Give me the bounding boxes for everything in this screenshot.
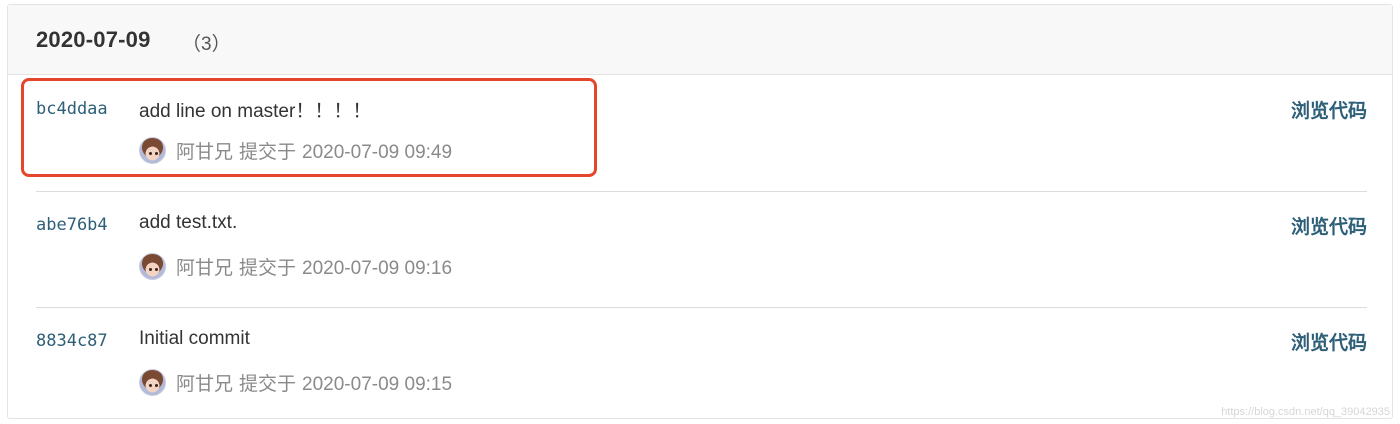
commit-timestamp: 2020-07-09 09:15 (302, 373, 453, 395)
commit-author[interactable]: 阿甘兄 (176, 374, 233, 395)
commit-count: （3） (182, 34, 231, 55)
commit-sha-link[interactable]: bc4ddaa (36, 99, 108, 119)
commit-row: abe76b4 add test.txt. 阿甘兄 提交于 2020-07-09 0… (36, 191, 1367, 308)
browse-code-link[interactable]: 浏览代码 (1291, 96, 1367, 123)
commit-sha-link[interactable]: 8834c87 (36, 331, 108, 351)
commit-meta-text: 阿甘兄 提交于 2020-07-09 09:16 (176, 253, 452, 280)
commit-group-header: 2020-07-09 （3） (8, 5, 1392, 75)
commit-action: 提交于 (239, 373, 297, 395)
commit-date-title: 2020-07-09 (36, 27, 151, 52)
commit-meta: 阿甘兄 提交于 2020-07-09 09:49 (139, 136, 452, 164)
commit-group-panel: 2020-07-09 （3） bc4ddaa add line on maste… (7, 4, 1393, 419)
commit-sha-link[interactable]: abe76b4 (36, 215, 108, 235)
commit-message[interactable]: add test.txt. (139, 212, 237, 234)
commit-meta-text: 阿甘兄 提交于 2020-07-09 09:49 (176, 137, 452, 164)
commit-author[interactable]: 阿甘兄 (176, 142, 233, 163)
commit-message[interactable]: Initial commit (139, 328, 250, 350)
watermark: https://blog.csdn.net/qq_39042935 (1221, 406, 1390, 418)
avatar[interactable] (139, 368, 166, 396)
commit-meta-text: 阿甘兄 提交于 2020-07-09 09:15 (176, 369, 452, 396)
commit-row: 8834c87 Initial commit 阿甘兄 提交于 2020-07-09 … (36, 307, 1367, 423)
commit-message[interactable]: add line on master！！！！ (139, 96, 371, 123)
commit-meta: 阿甘兄 提交于 2020-07-09 09:16 (139, 252, 452, 280)
commit-meta: 阿甘兄 提交于 2020-07-09 09:15 (139, 368, 452, 396)
browse-code-link[interactable]: 浏览代码 (1291, 212, 1367, 239)
commit-timestamp: 2020-07-09 09:49 (302, 141, 453, 163)
commit-action: 提交于 (239, 257, 297, 279)
commit-author[interactable]: 阿甘兄 (176, 258, 233, 279)
commit-row: bc4ddaa add line on master！！！！ 阿甘兄 提交于 202… (36, 75, 1367, 192)
avatar[interactable] (139, 136, 166, 164)
commit-timestamp: 2020-07-09 09:16 (302, 257, 453, 279)
browse-code-link[interactable]: 浏览代码 (1291, 328, 1367, 355)
commit-action: 提交于 (239, 141, 297, 163)
avatar[interactable] (139, 252, 166, 280)
